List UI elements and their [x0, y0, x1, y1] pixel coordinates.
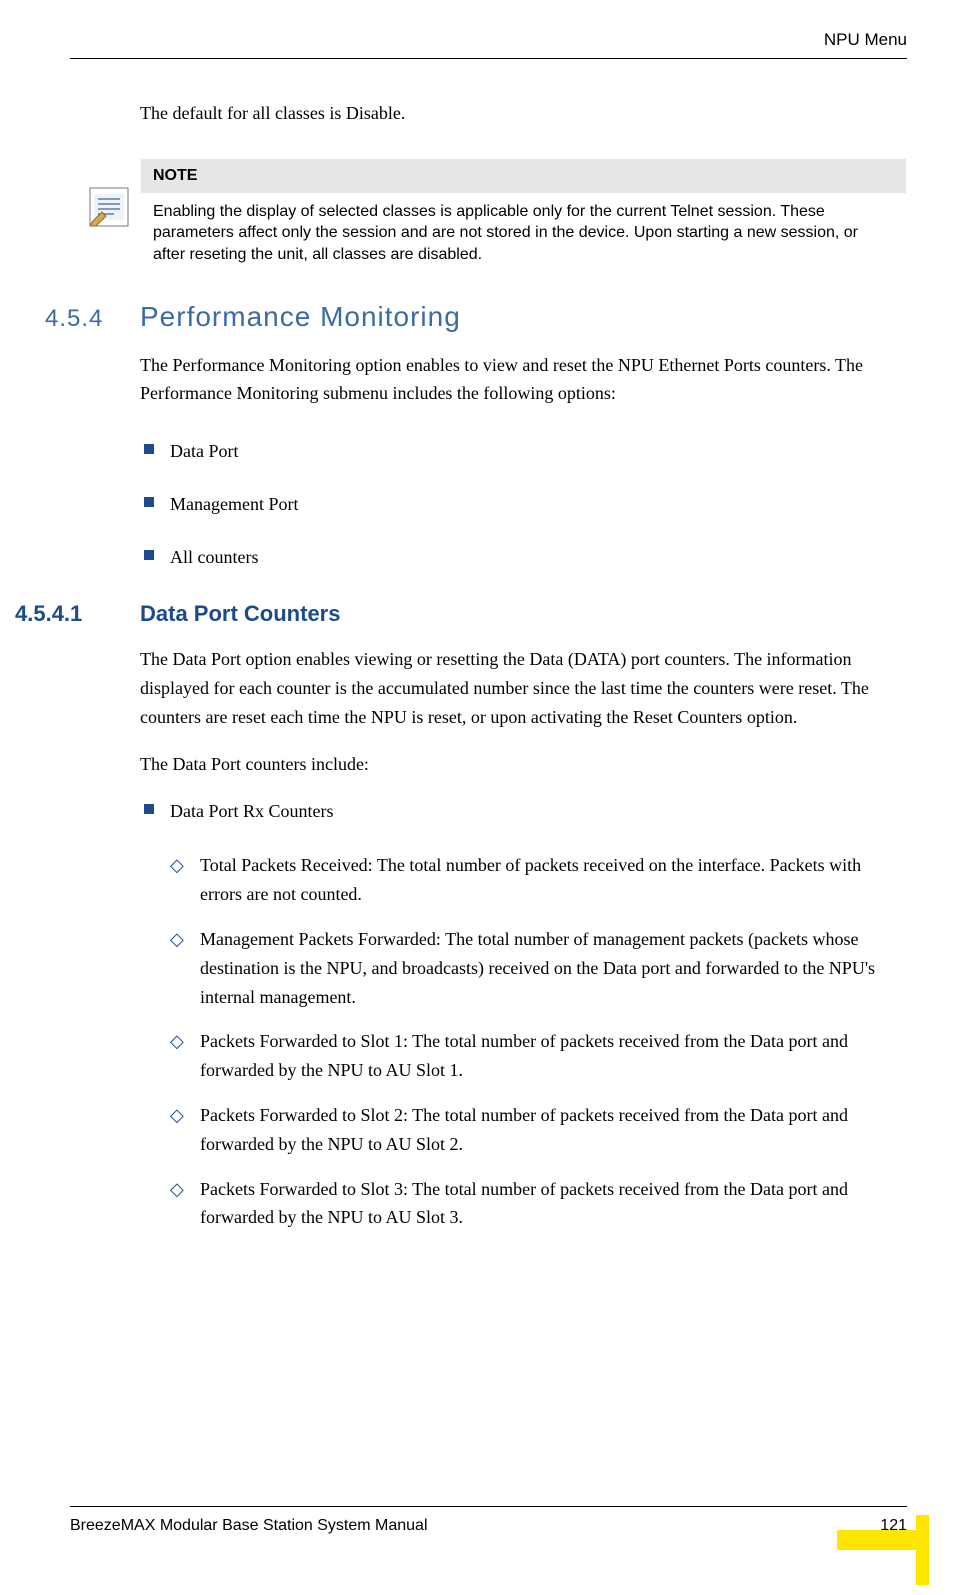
rx-counters-list: Total Packets Received: The total number… [170, 851, 907, 1232]
list-item: Packets Forwarded to Slot 1: The total n… [170, 1027, 907, 1085]
list-item: All counters [140, 544, 907, 571]
section-heading: 4.5.4 Performance Monitoring [45, 301, 907, 333]
subsection-paragraph-1: The Data Port option enables viewing or … [140, 645, 907, 731]
intro-paragraph: The default for all classes is Disable. [140, 99, 907, 128]
list-item: Management Port [140, 491, 907, 518]
note-block: NOTE Enabling the display of selected cl… [70, 158, 907, 271]
note-label: NOTE [141, 159, 906, 193]
note-text: Enabling the display of selected classes… [141, 193, 906, 270]
subsection-number: 4.5.4.1 [15, 601, 140, 627]
page-header: NPU Menu [70, 30, 907, 59]
list-item: Total Packets Received: The total number… [170, 851, 907, 909]
section-bullet-list: Data Port Management Port All counters [140, 438, 907, 571]
section-paragraph: The Performance Monitoring option enable… [140, 351, 907, 409]
subsection-title: Data Port Counters [140, 601, 340, 627]
decorative-bar-horizontal [837, 1530, 917, 1550]
section-title: Performance Monitoring [140, 301, 461, 333]
rx-counters-group: Data Port Rx Counters [140, 798, 907, 825]
note-icon [70, 158, 140, 228]
list-item: Packets Forwarded to Slot 2: The total n… [170, 1101, 907, 1159]
list-item: Packets Forwarded to Slot 3: The total n… [170, 1175, 907, 1233]
header-title: NPU Menu [824, 30, 907, 49]
list-item: Management Packets Forwarded: The total … [170, 925, 907, 1011]
subsection-paragraph-2: The Data Port counters include: [140, 750, 907, 779]
footer-manual-title: BreezeMAX Modular Base Station System Ma… [70, 1517, 428, 1535]
list-item: Data Port Rx Counters [140, 798, 907, 825]
decorative-bar-vertical [916, 1515, 929, 1585]
section-number: 4.5.4 [45, 305, 140, 333]
subsection-heading: 4.5.4.1 Data Port Counters [15, 601, 907, 627]
page-footer: BreezeMAX Modular Base Station System Ma… [70, 1506, 907, 1535]
list-item: Data Port [140, 438, 907, 465]
